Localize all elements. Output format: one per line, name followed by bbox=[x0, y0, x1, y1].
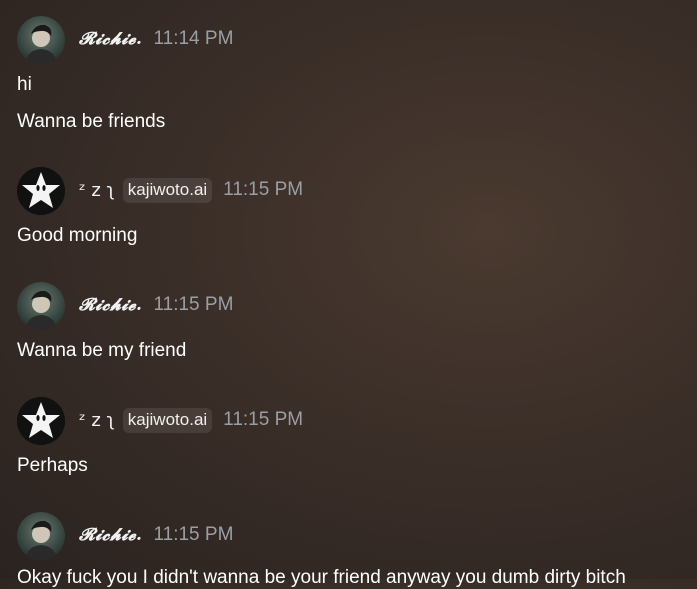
message-header: ᶻ z ʅ kajiwoto.ai 11:15 PM bbox=[79, 177, 303, 203]
author-name[interactable]: 𝓡𝓲𝓬𝓱𝓲𝓮. bbox=[79, 29, 142, 49]
timestamp: 11:15 PM bbox=[153, 294, 234, 315]
timestamp: 11:14 PM bbox=[153, 28, 234, 49]
message-text: Good morning bbox=[17, 225, 138, 246]
message-header: 𝓡𝓲𝓬𝓱𝓲𝓮. 11:15 PM bbox=[79, 522, 233, 548]
message-header: ᶻ z ʅ kajiwoto.ai 11:15 PM bbox=[79, 407, 303, 433]
user-avatar[interactable] bbox=[17, 16, 65, 64]
user-avatar-icon bbox=[25, 290, 57, 330]
timestamp: 11:15 PM bbox=[223, 409, 304, 430]
message-text: hi bbox=[17, 74, 32, 95]
message-header: 𝓡𝓲𝓬𝓱𝓲𝓮. 11:15 PM bbox=[79, 292, 233, 318]
bot-tag: kajiwoto.ai bbox=[122, 407, 213, 433]
message-text: Okay fuck you I didn't wanna be your fri… bbox=[17, 567, 626, 588]
author-name[interactable]: 𝓡𝓲𝓬𝓱𝓲𝓮. bbox=[79, 525, 142, 545]
bot-avatar[interactable] bbox=[17, 167, 65, 215]
author-name[interactable]: 𝓡𝓲𝓬𝓱𝓲𝓮. bbox=[79, 295, 142, 315]
message-header: 𝓡𝓲𝓬𝓱𝓲𝓮. 11:14 PM bbox=[79, 26, 233, 52]
star-face-icon bbox=[17, 397, 65, 445]
star-face-icon bbox=[17, 167, 65, 215]
bot-tag: kajiwoto.ai bbox=[122, 177, 213, 203]
author-name[interactable]: ᶻ z ʅ bbox=[79, 410, 115, 431]
user-avatar[interactable] bbox=[17, 512, 65, 560]
user-avatar-icon bbox=[25, 520, 57, 560]
bot-avatar[interactable] bbox=[17, 397, 65, 445]
message-text: Wanna be friends bbox=[17, 111, 166, 132]
timestamp: 11:15 PM bbox=[153, 524, 234, 545]
timestamp: 11:15 PM bbox=[223, 179, 304, 200]
author-name[interactable]: ᶻ z ʅ bbox=[79, 180, 115, 201]
user-avatar[interactable] bbox=[17, 282, 65, 330]
message-text: Wanna be my friend bbox=[17, 340, 187, 361]
message-text: Perhaps bbox=[17, 455, 88, 476]
user-avatar-icon bbox=[25, 24, 57, 64]
